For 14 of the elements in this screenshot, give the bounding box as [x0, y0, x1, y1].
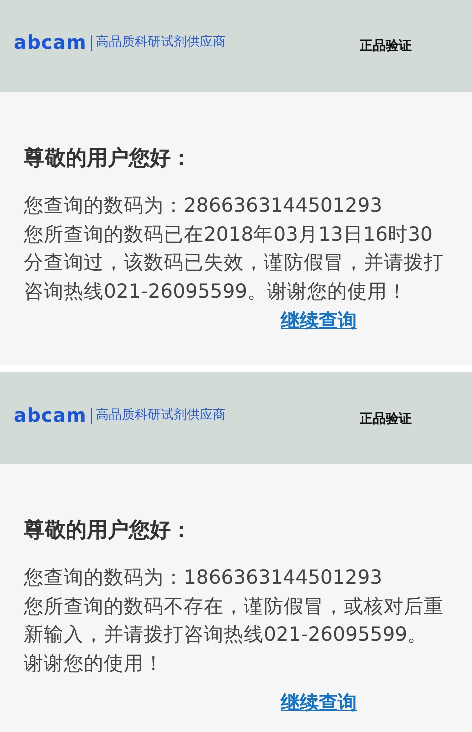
message-text: 您所查询的数码已在2018年03月13日16时30分查询过，该数码已失效，谨防假冒，并请拨打咨询热线021-26095599。谢谢您的使用！: [24, 222, 444, 304]
message-text: 您所查询的数码不存在，谨防假冒，或核对后重新输入，并请拨打咨询热线021-26095599。谢谢您的使用！: [24, 594, 444, 676]
continue-query-link[interactable]: 继续查询: [281, 692, 357, 714]
verify-link[interactable]: 正品验证: [360, 37, 412, 55]
continue-query-link[interactable]: 继续查询: [281, 310, 357, 332]
code-line: 您查询的数码为：2866363144501293: [24, 193, 384, 219]
greeting: 尊敬的用户您好：: [24, 517, 193, 544]
verify-link[interactable]: 正品验证: [360, 410, 412, 428]
logo: abcam: [14, 32, 87, 54]
greeting: 尊敬的用户您好：: [24, 145, 193, 172]
logo: abcam: [14, 405, 87, 427]
code-line: 您查询的数码为：1866363144501293: [24, 565, 384, 591]
tagline: 高品质科研试剂供应商: [90, 35, 226, 51]
tagline: 高品质科研试剂供应商: [90, 408, 226, 424]
